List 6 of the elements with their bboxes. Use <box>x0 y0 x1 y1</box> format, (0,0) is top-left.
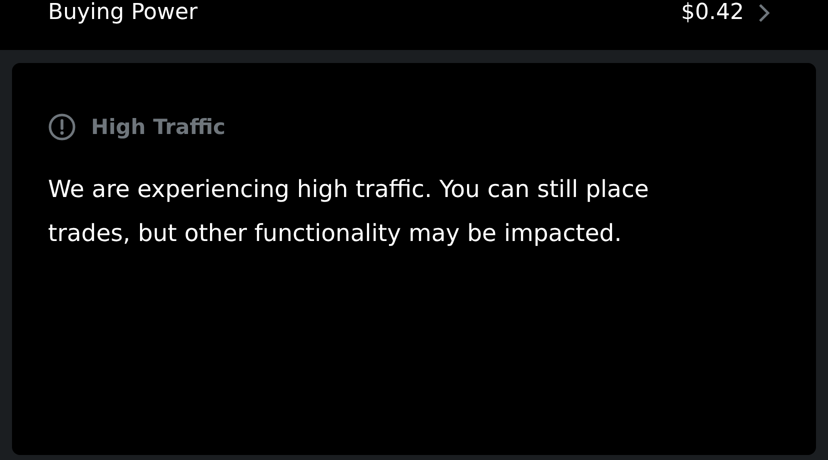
exclamation-icon <box>48 113 76 141</box>
alert-title: High Traffic <box>91 115 226 139</box>
buying-power-label: Buying Power <box>48 0 199 26</box>
chevron-right-icon[interactable] <box>758 4 770 22</box>
buying-power-value: $0.42 <box>681 0 744 26</box>
alert-message: We are experiencing high traffic. You can still place trades, but other functionality may be impacted. <box>48 174 650 249</box>
